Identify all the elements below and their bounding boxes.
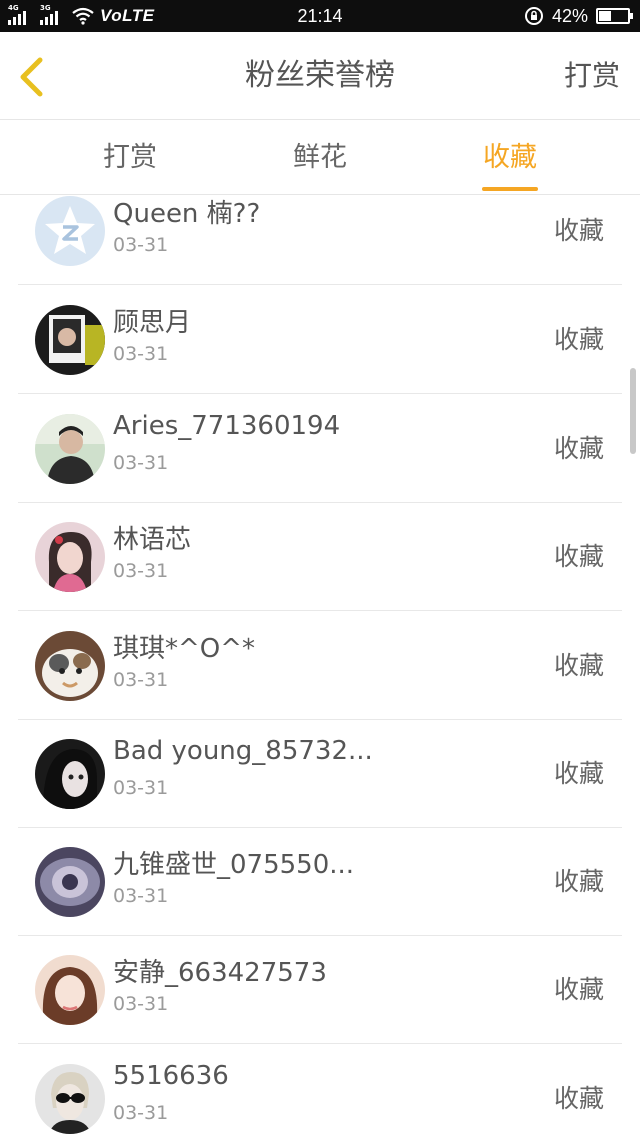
user-name: 安静_663427573 bbox=[113, 958, 327, 988]
tab-favorites-label: 收藏 bbox=[483, 142, 537, 173]
item-date: 03-31 bbox=[113, 560, 169, 582]
user-name: Bad young_85732... bbox=[113, 736, 373, 766]
item-action-label: 收藏 bbox=[553, 975, 604, 1004]
item-date: 03-31 bbox=[113, 885, 169, 907]
photo-avatar-icon bbox=[35, 522, 105, 592]
item-date: 03-31 bbox=[113, 777, 169, 799]
avatar[interactable] bbox=[35, 739, 105, 809]
avatar[interactable] bbox=[35, 305, 105, 375]
avatar[interactable] bbox=[35, 414, 105, 484]
avatar[interactable] bbox=[35, 522, 105, 592]
item-date: 03-31 bbox=[113, 234, 169, 256]
photo-avatar-icon bbox=[35, 1064, 105, 1134]
list-item[interactable]: Bad young_85732... 03-31 收藏 bbox=[18, 720, 622, 828]
item-action-label: 收藏 bbox=[553, 542, 604, 571]
item-action-label: 收藏 bbox=[553, 759, 604, 788]
item-action-label: 收藏 bbox=[553, 867, 604, 896]
battery-icon bbox=[596, 8, 633, 24]
tab-bar: 打赏 鲜花 收藏 bbox=[0, 121, 640, 195]
list-item[interactable]: Queen 楠?? 03-31 收藏 bbox=[18, 196, 622, 285]
list-item[interactable]: 顾思月 03-31 收藏 bbox=[18, 286, 622, 394]
active-tab-indicator bbox=[482, 187, 538, 191]
default-q-avatar-icon bbox=[35, 196, 105, 266]
reward-button[interactable]: 打赏 bbox=[564, 32, 620, 120]
status-bar-right: 42% bbox=[524, 0, 633, 32]
tab-flowers-label: 鲜花 bbox=[293, 142, 347, 173]
tab-flowers[interactable]: 鲜花 bbox=[240, 121, 400, 195]
scrollbar[interactable] bbox=[630, 368, 636, 454]
avatar[interactable] bbox=[35, 955, 105, 1025]
battery-percent: 42% bbox=[551, 5, 588, 26]
tab-favorites[interactable]: 收藏 bbox=[430, 121, 590, 195]
tab-reward-label: 打赏 bbox=[103, 142, 157, 173]
list-item[interactable]: 九锥盛世_075550... 03-31 收藏 bbox=[18, 828, 622, 936]
user-name: 5516636 bbox=[113, 1061, 229, 1091]
fan-list[interactable]: Queen 楠?? 03-31 收藏 顾思月 03-31 收藏 Aries_77… bbox=[0, 196, 640, 1138]
avatar[interactable] bbox=[35, 631, 105, 701]
photo-avatar-icon bbox=[35, 955, 105, 1025]
item-action-label: 收藏 bbox=[553, 325, 604, 354]
item-date: 03-31 bbox=[113, 669, 169, 691]
user-name: 九锥盛世_075550... bbox=[113, 850, 355, 880]
photo-avatar-icon bbox=[35, 414, 105, 484]
item-action-label: 收藏 bbox=[553, 216, 604, 245]
user-name: 林语芯 bbox=[113, 525, 192, 555]
avatar[interactable] bbox=[35, 196, 105, 266]
photo-avatar-icon bbox=[35, 305, 105, 375]
nav-header: 粉丝荣誉榜 打赏 bbox=[0, 32, 640, 120]
list-item[interactable]: 5516636 03-31 收藏 bbox=[18, 1045, 622, 1138]
user-name: 顾思月 bbox=[113, 308, 192, 338]
item-date: 03-31 bbox=[113, 1102, 169, 1124]
item-date: 03-31 bbox=[113, 343, 169, 365]
status-bar: 4G 3G VoLTE 21:14 42% bbox=[0, 0, 640, 32]
avatar[interactable] bbox=[35, 847, 105, 917]
item-action-label: 收藏 bbox=[553, 434, 604, 463]
user-name: 琪琪*^O^* bbox=[113, 634, 256, 664]
list-item[interactable]: 林语芯 03-31 收藏 bbox=[18, 503, 622, 611]
list-item[interactable]: 安静_663427573 03-31 收藏 bbox=[18, 936, 622, 1044]
photo-avatar-icon bbox=[35, 631, 105, 701]
photo-avatar-icon bbox=[35, 739, 105, 809]
item-date: 03-31 bbox=[113, 452, 169, 474]
user-name: Aries_771360194 bbox=[113, 411, 341, 441]
user-name: Queen 楠?? bbox=[113, 199, 261, 229]
list-item[interactable]: Aries_771360194 03-31 收藏 bbox=[18, 395, 622, 503]
photo-avatar-icon bbox=[35, 847, 105, 917]
rotation-lock-icon bbox=[524, 7, 543, 25]
avatar[interactable] bbox=[35, 1064, 105, 1134]
page-title: 粉丝荣誉榜 bbox=[245, 58, 395, 93]
item-date: 03-31 bbox=[113, 993, 169, 1015]
item-action-label: 收藏 bbox=[553, 651, 604, 680]
item-action-label: 收藏 bbox=[553, 1084, 604, 1113]
tab-reward[interactable]: 打赏 bbox=[50, 121, 210, 195]
list-item[interactable]: 琪琪*^O^* 03-31 收藏 bbox=[18, 612, 622, 720]
